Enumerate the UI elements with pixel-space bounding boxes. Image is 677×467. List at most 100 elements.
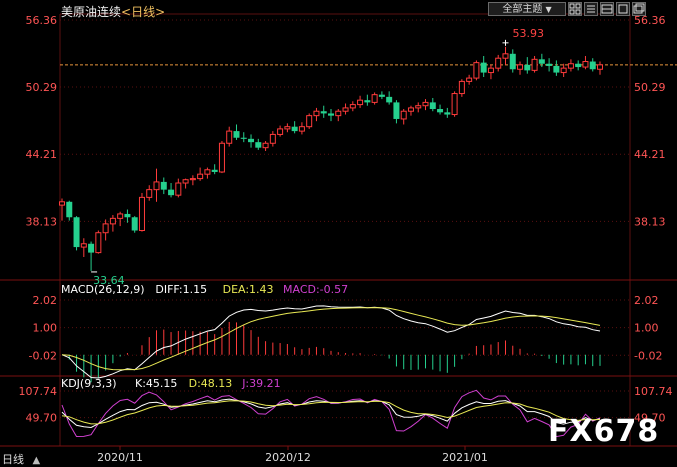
candle-body (153, 181, 160, 191)
theme-dropdown[interactable]: 全部主题 ▼ (488, 2, 566, 16)
candle-body (218, 142, 225, 173)
candle-body (284, 126, 291, 130)
candle-body (538, 59, 545, 64)
theme-dropdown-label: 全部主题 (502, 4, 543, 15)
candle-body (502, 53, 509, 59)
kdj-tick-label-right: 107.74 (634, 385, 673, 398)
candle-body (393, 102, 400, 119)
candle-body (109, 217, 116, 225)
candle-body (415, 105, 422, 109)
period-label: <日线> (121, 5, 166, 19)
macd-legend-label: DEA:1.43 (223, 283, 274, 296)
kdj-legend-label: K:45.15 (135, 377, 177, 390)
candle-body (269, 133, 276, 144)
macd-legend-label: DIFF:1.15 (155, 283, 207, 296)
candle-body (560, 67, 567, 74)
macd-tick-label-left: -0.02 (29, 349, 57, 362)
candle-body (168, 189, 175, 196)
candle-body (88, 243, 95, 253)
candle-body (182, 179, 189, 184)
candle-body (553, 65, 560, 73)
chart-window: 56.36 56.36 50.29 50.29 44.21 44.21 38.13 38.13… (0, 0, 677, 467)
candle-body (262, 142, 269, 149)
kdj-legend-label: KDJ(9,3,3) (61, 377, 117, 390)
candle-body (589, 61, 596, 70)
price-tick-label-right: 50.29 (634, 81, 666, 94)
candle-body (313, 110, 320, 117)
candle-body (524, 64, 531, 71)
instrument-title: 美原油连续<日线> (61, 3, 165, 20)
macd-tick-label-right: -0.02 (634, 349, 662, 362)
candle-body (189, 178, 196, 181)
candle-body (575, 63, 582, 68)
candle-body (131, 217, 138, 231)
candle-body (429, 102, 436, 110)
kdj-j-line (61, 389, 601, 438)
candle-body (487, 67, 494, 74)
candle-body (495, 57, 502, 69)
candle-body (473, 62, 480, 79)
macd-dea-line (61, 307, 601, 371)
macd-tick-label-right: 1.00 (634, 322, 659, 335)
candle-body (102, 223, 109, 234)
window-icon[interactable] (632, 2, 646, 16)
candle-body (422, 101, 429, 107)
kdj-d-line (61, 400, 601, 425)
candle-body (567, 63, 574, 69)
candle-body (248, 138, 255, 143)
candle-body (66, 201, 73, 218)
period-footer-label: 日线 (2, 453, 24, 466)
candle-body (466, 77, 473, 82)
candle-body (386, 96, 393, 103)
fullscreen-icon[interactable] (616, 2, 630, 16)
candle-body (371, 94, 378, 103)
candle-body (407, 107, 414, 112)
toolbar: 全部主题 ▼ (488, 2, 646, 16)
candle-body (582, 61, 589, 68)
triangle-up-icon: ▲ (32, 455, 41, 466)
chart-layout-icon[interactable] (600, 2, 614, 16)
price-tick-label-left: 50.29 (26, 81, 58, 94)
candle-body (444, 112, 451, 115)
instrument-name: 美原油连续 (61, 5, 122, 19)
candle-body (95, 232, 102, 254)
candle-body (59, 201, 65, 206)
candle-body (531, 58, 538, 71)
price-tick-label-left: 56.36 (26, 14, 58, 27)
kdj-legend-label: D:48.13 (189, 377, 233, 390)
candle-body (342, 107, 349, 112)
macd-legend-label: MACD:-0.57 (283, 283, 348, 296)
macd-tick-label-left: 2.02 (33, 294, 58, 307)
candle-body (509, 53, 516, 70)
candle-body (328, 113, 334, 116)
candle-body (277, 128, 284, 135)
price-tick-label-left: 38.13 (26, 215, 58, 228)
price-tick-label-left: 44.21 (26, 148, 58, 161)
candle-body (480, 62, 487, 73)
date-tick-label: 2020/12 (265, 451, 311, 464)
candle-body (175, 182, 182, 196)
period-footer[interactable]: 日线 ▲ (2, 451, 40, 467)
candle-body (117, 213, 124, 219)
candle-body (597, 64, 603, 70)
candle-body (451, 93, 458, 116)
chevron-down-icon: ▼ (545, 5, 552, 14)
chart-canvas[interactable]: 56.36 56.3650.29 50.2944.21 44.2138.13 38.13… (0, 0, 677, 467)
candle-body (160, 181, 167, 190)
grid-icon[interactable] (568, 2, 582, 16)
list-icon[interactable] (584, 2, 598, 16)
date-tick-label: 2021/01 (442, 451, 488, 464)
date-tick-label: 2020/11 (97, 451, 143, 464)
candle-body (378, 94, 385, 97)
candle-body (233, 131, 240, 138)
macd-legend-label: MACD(26,12,9) (61, 283, 145, 296)
macd-tick-label-left: 1.00 (33, 322, 58, 335)
kdj-tick-label-left: 107.74 (19, 385, 58, 398)
kdj-tick-label-left: 49.70 (26, 412, 58, 425)
candle-body (517, 64, 524, 70)
candle-body (458, 80, 465, 95)
candle-body (349, 104, 356, 109)
candle-body (240, 137, 247, 139)
candle-body (197, 173, 204, 180)
candle-body (335, 110, 342, 117)
